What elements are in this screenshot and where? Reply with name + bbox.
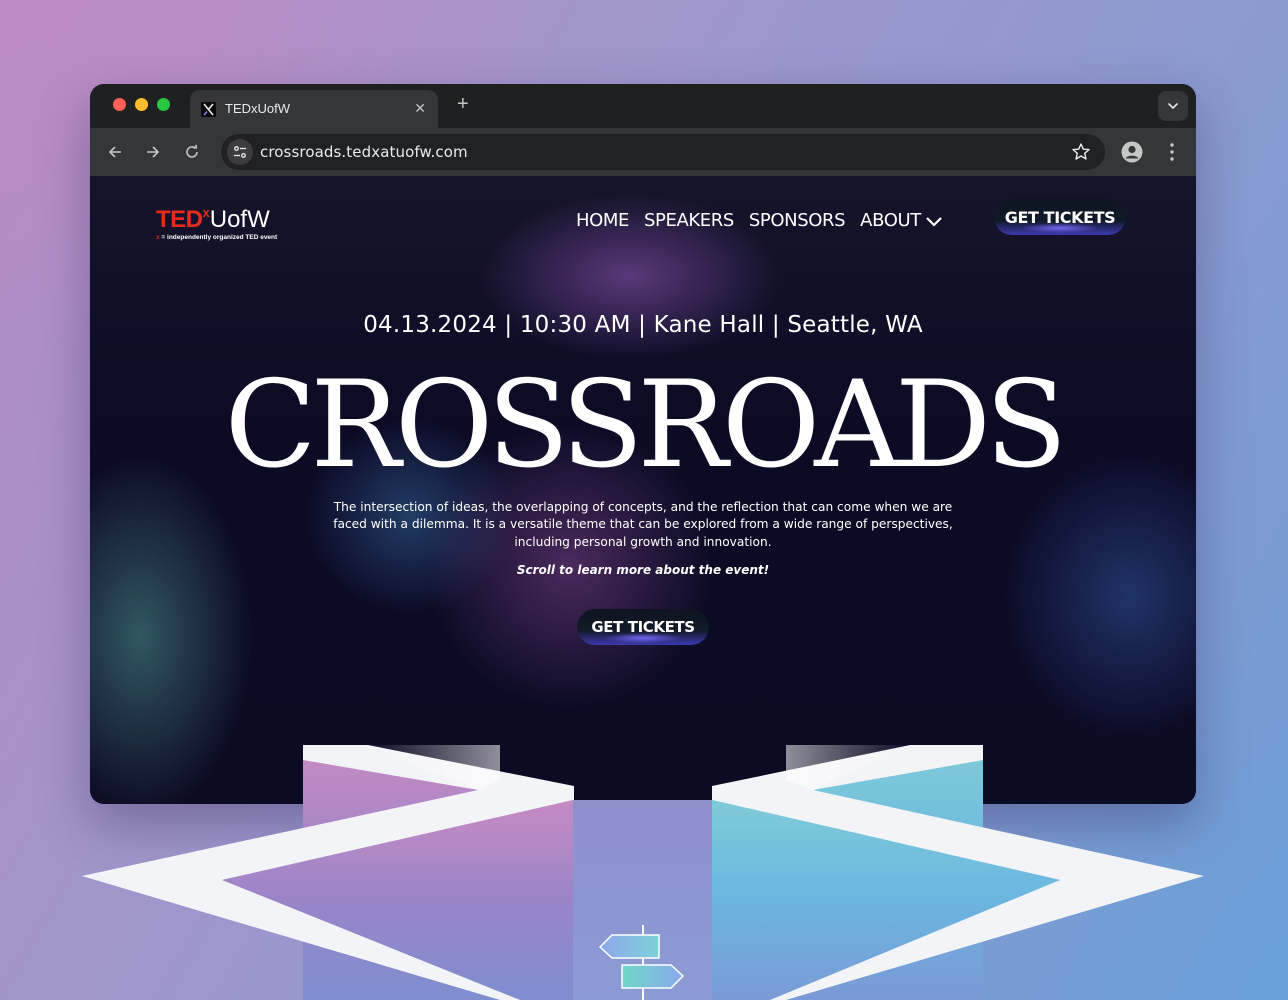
minimize-window-button[interactable] — [135, 98, 148, 111]
nav-about-label: ABOUT — [860, 210, 921, 231]
tab-bar: TEDxUofW ✕ + — [90, 84, 1196, 128]
url-text[interactable]: crossroads.tedxatuofw.com — [260, 143, 468, 161]
logo-name-text: UofW — [209, 206, 270, 233]
logo-x-text: x — [202, 205, 210, 220]
browser-tab[interactable]: TEDxUofW ✕ — [190, 90, 438, 128]
webpage: TEDxUofW x = independently organized TED… — [90, 176, 1196, 804]
logo-tagline: x = independently organized TED event — [156, 234, 277, 241]
hero-description: The intersection of ideas, the overlappi… — [333, 500, 953, 549]
site-settings-icon[interactable] — [227, 139, 253, 165]
back-arrow-icon[interactable] — [103, 140, 127, 164]
reload-icon[interactable] — [180, 140, 204, 164]
event-details: 04.13.2024 | 10:30 AM | Kane Hall | Seat… — [363, 312, 923, 338]
header-get-tickets-label: GET TICKETS — [1004, 207, 1116, 227]
nav-sponsors[interactable]: SPONSORS — [749, 210, 846, 231]
hero-get-tickets-label: GET TICKETS — [591, 618, 695, 636]
hero-get-tickets-button[interactable]: GET TICKETS — [575, 607, 711, 647]
nav-speakers[interactable]: SPEAKERS — [644, 210, 734, 231]
tab-search-button[interactable] — [1158, 91, 1188, 121]
favicon-icon — [201, 102, 216, 117]
bookmark-star-icon[interactable] — [1071, 142, 1091, 167]
header-get-tickets-button[interactable]: GET TICKETS — [992, 197, 1128, 237]
tab-title: TEDxUofW — [225, 101, 290, 116]
logo-tagline-text: = independently organized TED event — [159, 234, 278, 241]
browser-window: TEDxUofW ✕ + crossroads.tedxatuofw.com T… — [90, 84, 1196, 804]
chevron-down-icon — [1168, 103, 1178, 110]
hero-title: CROSSROADS — [224, 356, 1068, 495]
forward-arrow-icon[interactable] — [141, 140, 165, 164]
nav-home[interactable]: HOME — [576, 210, 629, 231]
tedx-logo[interactable]: TEDxUofW x = independently organized TED… — [156, 200, 277, 241]
more-menu-icon[interactable] — [1162, 141, 1182, 163]
chevron-down-icon — [926, 216, 942, 227]
browser-toolbar: crossroads.tedxatuofw.com — [90, 128, 1196, 176]
maximize-window-button[interactable] — [157, 98, 170, 111]
profile-icon[interactable] — [1121, 141, 1143, 163]
tab-close-icon[interactable]: ✕ — [414, 100, 426, 116]
nav-about[interactable]: ABOUT — [860, 210, 943, 231]
address-bar[interactable]: crossroads.tedxatuofw.com — [221, 134, 1105, 170]
main-nav: HOME SPEAKERS SPONSORS ABOUT — [576, 210, 943, 231]
scroll-note: Scroll to learn more about the event! — [516, 563, 770, 577]
new-tab-button[interactable]: + — [457, 93, 469, 115]
close-window-button[interactable] — [113, 98, 126, 111]
logo-ted-text: TED — [156, 206, 203, 233]
